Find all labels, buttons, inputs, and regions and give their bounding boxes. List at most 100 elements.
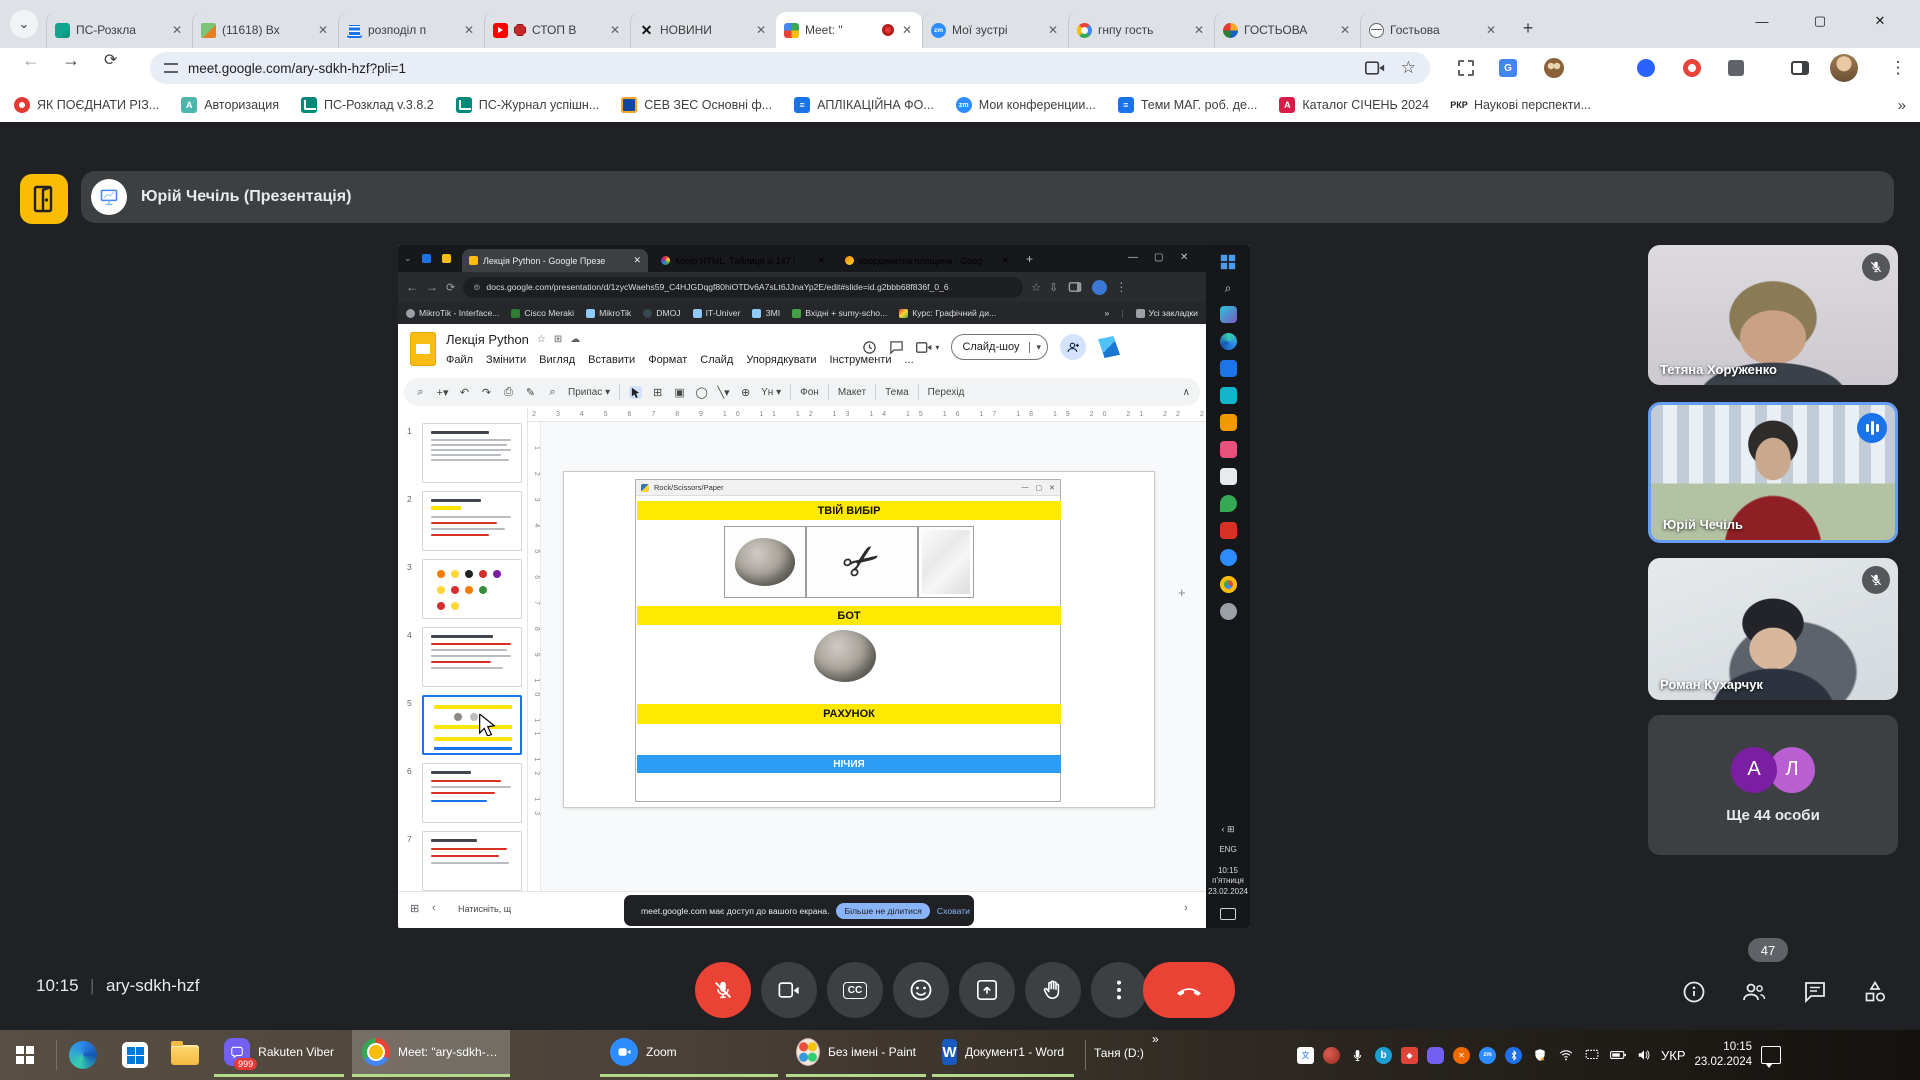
shared-bookmarks-overflow[interactable]: »: [1105, 308, 1110, 318]
tray-expand-icons[interactable]: ‹ ⊞: [1221, 824, 1234, 835]
shared-reload-icon[interactable]: ⟳: [446, 281, 455, 294]
blue-app-icon[interactable]: [1220, 360, 1237, 377]
sync-offline-tray-icon[interactable]: ✕: [1453, 1047, 1470, 1064]
side-panel-icon[interactable]: [1786, 54, 1814, 82]
participant-tile-speaking[interactable]: Юрій Чечіль: [1648, 402, 1898, 543]
cast-tray-icon[interactable]: [1583, 1047, 1600, 1064]
menu-insert[interactable]: Вставити: [588, 354, 635, 366]
more-participants-tile[interactable]: А Л Ще 44 особи: [1648, 715, 1898, 855]
bookmarks-overflow-chevron[interactable]: »: [1898, 97, 1906, 114]
browser-tab[interactable]: ПС-Розкла ✕: [46, 12, 192, 48]
shared-minimize-button[interactable]: —: [1128, 252, 1138, 263]
transition-button[interactable]: Перехід: [928, 387, 965, 398]
insert-image-icon[interactable]: ▣: [673, 386, 686, 399]
shared-back-icon[interactable]: ←: [406, 280, 418, 294]
all-bookmarks[interactable]: Усі закладки: [1136, 308, 1198, 318]
search-icon[interactable]: ⌕: [1225, 281, 1232, 296]
presenting-door-button[interactable]: [20, 174, 68, 224]
menu-file[interactable]: Файл: [446, 354, 473, 366]
profile-avatar[interactable]: [1830, 54, 1858, 82]
menu-format[interactable]: Формат: [648, 354, 687, 366]
bookmark-item[interactable]: MikroTik: [586, 308, 631, 318]
shared-tab-search-icon[interactable]: ⌄: [404, 253, 412, 264]
browser-tab[interactable]: ГОСТЬОВА ✕: [1214, 12, 1360, 48]
tab-close-icon[interactable]: ✕: [817, 255, 825, 266]
bookmark-item[interactable]: ЯК ПОЄДНАТИ РІЗ...: [14, 97, 159, 113]
bookmark-item[interactable]: Cisco Meraki: [511, 308, 574, 318]
bookmark-item[interactable]: zmМои конференции...: [956, 97, 1096, 113]
translate-extension-icon[interactable]: G: [1494, 54, 1522, 82]
volume-tray-icon[interactable]: [1635, 1047, 1652, 1064]
slide-thumbnail-1[interactable]: [422, 423, 522, 483]
contacts-app-icon[interactable]: [1220, 468, 1237, 485]
slide-thumbnail-5-selected[interactable]: [422, 695, 522, 755]
bookmark-item[interactable]: AКаталог СІЧЕНЬ 2024: [1279, 97, 1429, 113]
collapse-toolbar-icon[interactable]: ∧: [1183, 387, 1190, 398]
cloud-status-icon[interactable]: ☁: [570, 334, 580, 345]
taskbar-app-word[interactable]: W Документ1 - Word: [932, 1030, 1074, 1077]
present-button[interactable]: [959, 962, 1015, 1018]
bookmark-item[interactable]: ≡Теми МАГ. роб. де...: [1118, 97, 1258, 113]
bookmark-item[interactable]: ПС-Журнал успішн...: [456, 97, 600, 113]
captions-button[interactable]: CC: [827, 962, 883, 1018]
shared-maximize-button[interactable]: ▢: [1154, 252, 1163, 263]
shared-new-tab-button[interactable]: +: [1026, 252, 1033, 266]
taskbar-overflow-chevron[interactable]: »: [1152, 1032, 1159, 1046]
slideshow-button[interactable]: Слайд-шоу ▾: [951, 334, 1048, 360]
tab-close-icon[interactable]: ✕: [462, 23, 476, 37]
bookmark-item[interactable]: СЕВ ЗЕС Основні ф...: [621, 97, 772, 113]
tab-close-icon[interactable]: ✕: [1001, 255, 1009, 266]
back-button[interactable]: ←: [22, 50, 40, 71]
meet-camera-dropdown[interactable]: ▾: [916, 341, 939, 354]
address-bar[interactable]: meet.google.com/ary-sdkh-hzf?pli=1 ☆: [150, 52, 1430, 84]
share-button[interactable]: [1060, 334, 1086, 360]
taskbar-app-paint[interactable]: Без імені - Paint: [786, 1030, 926, 1077]
new-tab-button[interactable]: +: [1514, 14, 1542, 42]
slides-doc-title[interactable]: Лекція Python: [446, 332, 529, 347]
quick-assist-tray-icon[interactable]: ◆: [1401, 1047, 1418, 1064]
browser-tab[interactable]: (11618) Вх ✕: [192, 12, 338, 48]
bookmark-item[interactable]: Курс: Графічний ди...: [899, 308, 996, 318]
taskbar-app-meet-active[interactable]: Meet: "ary-sdkh-…: [352, 1030, 510, 1077]
slide-thumbnail-7[interactable]: [422, 831, 522, 891]
security-warning-tray-icon[interactable]: [1531, 1047, 1548, 1064]
bookmark-item[interactable]: IT-Univer: [693, 308, 741, 318]
tab-close-icon[interactable]: ✕: [316, 23, 330, 37]
insert-line-icon[interactable]: ╲▾: [717, 386, 730, 399]
blue-dot-extension-icon[interactable]: [1632, 54, 1660, 82]
owl-extension-icon[interactable]: [1540, 54, 1568, 82]
bookmark-item[interactable]: DMOJ: [643, 308, 680, 318]
menu-slide[interactable]: Слайд: [700, 354, 733, 366]
tab-close-icon[interactable]: ✕: [608, 23, 622, 37]
tab-close-icon[interactable]: ✕: [900, 23, 914, 37]
shared-pinned-tab[interactable]: [422, 254, 431, 263]
window-maximize-button[interactable]: ▢: [1796, 0, 1844, 42]
grid-view-icon[interactable]: ⊞: [410, 902, 419, 915]
edge-taskbar-icon[interactable]: [66, 1038, 100, 1072]
viber-tray-icon[interactable]: [1427, 1047, 1444, 1064]
hide-notification-link[interactable]: Сховати: [937, 906, 970, 916]
text-box-icon[interactable]: ⊞: [651, 386, 664, 399]
shared-tab[interactable]: Колір HTML. Таблиця зі 147 і✕: [654, 249, 832, 272]
battery-tray-icon[interactable]: [1609, 1047, 1626, 1064]
browser-tab[interactable]: СТОП В ✕: [484, 12, 630, 48]
orange-app-icon[interactable]: [1220, 414, 1237, 431]
zoom-icon[interactable]: ⌕: [546, 386, 559, 399]
settings-app-icon[interactable]: [1220, 603, 1237, 620]
bluetooth-tray-icon[interactable]: [1505, 1047, 1522, 1064]
window-minimize-button[interactable]: —: [1738, 0, 1786, 42]
bookmark-item[interactable]: ЗМІ: [752, 308, 780, 318]
browser-tab-active[interactable]: Meet: " ✕: [776, 12, 922, 48]
current-slide[interactable]: Rock/Scissors/Paper —▢✕ ТВІЙ ВИБІР ✂: [563, 471, 1155, 808]
menu-edit[interactable]: Змінити: [486, 354, 526, 366]
tab-close-icon[interactable]: ✕: [1484, 23, 1498, 37]
new-slide-icon[interactable]: +▾: [436, 386, 449, 399]
tab-close-icon[interactable]: ✕: [1192, 23, 1206, 37]
maps-app-icon[interactable]: [1220, 495, 1237, 512]
insert-shape-icon[interactable]: ◯: [695, 386, 708, 399]
edge-app-icon[interactable]: [1220, 333, 1237, 350]
meeting-details-button[interactable]: [1680, 978, 1708, 1006]
shared-lang-indicator[interactable]: ENG: [1219, 845, 1236, 856]
redo-icon[interactable]: ↷: [480, 386, 493, 399]
bookmark-item[interactable]: MikroTik - Interface...: [406, 308, 499, 318]
